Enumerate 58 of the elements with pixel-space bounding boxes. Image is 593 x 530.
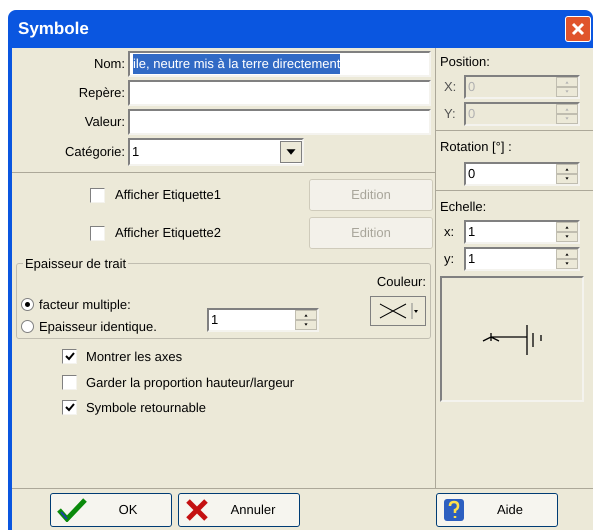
check-icon — [64, 352, 74, 362]
check-icon — [57, 498, 87, 522]
field-label: Repère: — [78, 84, 125, 102]
cross-icon — [378, 302, 408, 320]
field-value: 1 — [467, 250, 476, 268]
coord-label: X: — [444, 78, 458, 96]
checkbox-label: Afficher Etiquette1 — [115, 186, 221, 204]
spin-field[interactable]: 1 — [464, 246, 580, 270]
section-title: Echelle: — [440, 198, 488, 216]
question-icon — [443, 498, 465, 522]
field-value: 0 — [467, 78, 476, 96]
spin-field[interactable]: 0 — [464, 162, 580, 186]
field-value: 0 — [467, 165, 476, 183]
checkbox-label: Afficher Etiquette2 — [115, 224, 221, 242]
cancel-button[interactable]: Annuler — [178, 492, 300, 526]
coord-label: x: — [444, 222, 456, 241]
spin-buttons[interactable] — [556, 222, 578, 242]
field-label: Nom: — [92, 55, 125, 74]
close-button[interactable] — [565, 16, 591, 42]
text-field[interactable] — [128, 109, 431, 135]
field-label: Valeur: — [84, 113, 125, 132]
battery-symbol-drawing — [481, 322, 543, 354]
checkbox-label: Symbole retournable — [86, 399, 206, 417]
spin-field[interactable]: 1 — [207, 308, 319, 332]
field-value: 0 — [467, 104, 476, 122]
coord-label: y: — [444, 250, 456, 268]
checkbox[interactable] — [62, 374, 77, 390]
color-button[interactable] — [370, 296, 426, 326]
section-title: Position: — [440, 53, 491, 71]
field-label: Catégorie: — [64, 143, 125, 162]
field-value: 1 — [210, 311, 220, 329]
ok-button[interactable]: OK — [50, 492, 172, 526]
radio-button[interactable] — [21, 298, 34, 312]
dropdown-arrow-icon — [410, 302, 418, 320]
spin-field[interactable]: 1 — [464, 220, 580, 244]
help-button[interactable]: Aide — [436, 492, 558, 526]
spin-buttons[interactable] — [556, 248, 578, 268]
radio-label: Epaisseur identique. — [39, 318, 157, 336]
field-value: 1 — [467, 222, 476, 240]
spin-buttons[interactable] — [556, 76, 578, 96]
color-label: Couleur: — [376, 273, 426, 291]
radio-button[interactable] — [21, 320, 34, 333]
checkbox-label: Garder la proportion hauteur/largeur — [86, 374, 294, 392]
radio-label: facteur multiple: — [39, 296, 131, 314]
text-field[interactable]: ile, neutre mis à la terre directement — [128, 51, 431, 77]
section-title: Rotation [°] : — [440, 138, 513, 156]
dropdown[interactable]: 1 — [128, 138, 304, 166]
x-icon — [185, 498, 209, 520]
check-icon — [64, 403, 74, 412]
field-value: ile, neutre mis à la terre directement — [133, 54, 340, 74]
close-icon — [571, 22, 585, 36]
coord-label: Y: — [444, 104, 457, 123]
checkbox[interactable] — [62, 349, 77, 364]
text-field[interactable] — [128, 80, 431, 106]
spin-buttons[interactable] — [556, 104, 578, 124]
checkbox-label: Montrer les axes — [86, 348, 182, 366]
window-title: Symbole — [18, 18, 90, 40]
checkbox[interactable] — [62, 400, 77, 416]
